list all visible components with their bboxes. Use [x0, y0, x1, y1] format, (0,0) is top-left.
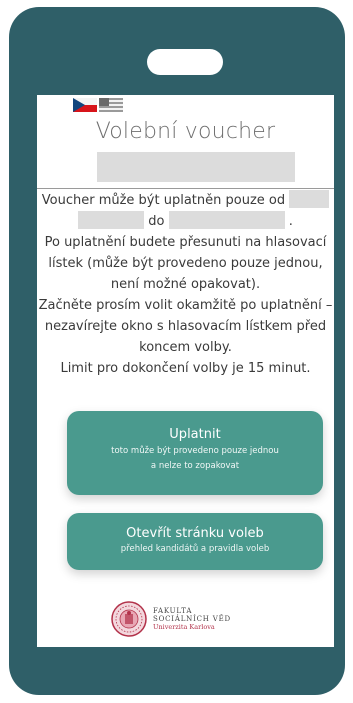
- language-switcher: [73, 98, 123, 112]
- start-date-redacted: [289, 190, 330, 208]
- faculty-logo[interactable]: FAKULTA SOCIÁLNÍCH VĚD Univerzita Karlov…: [111, 601, 231, 637]
- open-election-page-label: Otevřít stránku voleb: [126, 526, 264, 541]
- university-seal-icon: [111, 601, 147, 637]
- redeem-info: Po uplatnění budete přesunuti na hlasova…: [44, 235, 327, 292]
- validity-line-2: do .: [37, 211, 334, 232]
- phone-speaker: [147, 49, 223, 75]
- redeem-button[interactable]: Uplatnit toto může být provedeno pouze j…: [67, 411, 323, 495]
- voucher-instructions: Voucher může být uplatněn pouze od do . …: [37, 190, 334, 379]
- start-time-redacted: [78, 211, 145, 229]
- voting-instructions: Začněte prosím volit okamžitě po uplatně…: [38, 298, 333, 355]
- time-limit: Limit pro dokončení volby je 15 minut.: [60, 361, 311, 376]
- faculty-name: FAKULTA SOCIÁLNÍCH VĚD Univerzita Karlov…: [153, 607, 231, 631]
- open-election-page-sub: přehled kandidátů a pravidla voleb: [120, 544, 270, 554]
- phone-frame: Volební voucher Voucher může být uplatně…: [9, 7, 345, 695]
- open-election-page-button[interactable]: Otevřít stránku voleb přehled kandidátů …: [67, 513, 323, 570]
- czech-flag-icon[interactable]: [73, 98, 97, 112]
- divider: [37, 188, 334, 189]
- us-flag-icon[interactable]: [99, 98, 123, 112]
- voucher-code-redacted: [97, 152, 295, 182]
- end-date-redacted: [168, 211, 285, 229]
- redeem-button-label: Uplatnit: [169, 427, 221, 442]
- page-title: Volební voucher: [95, 119, 276, 144]
- redeem-button-sub2: a nelze to zopakovat: [150, 461, 240, 471]
- redeem-button-sub1: toto může být provedeno pouze jednou: [111, 446, 279, 456]
- voucher-screen: Volební voucher Voucher může být uplatně…: [37, 95, 334, 647]
- validity-line-1: Voucher může být uplatněn pouze od: [37, 190, 334, 211]
